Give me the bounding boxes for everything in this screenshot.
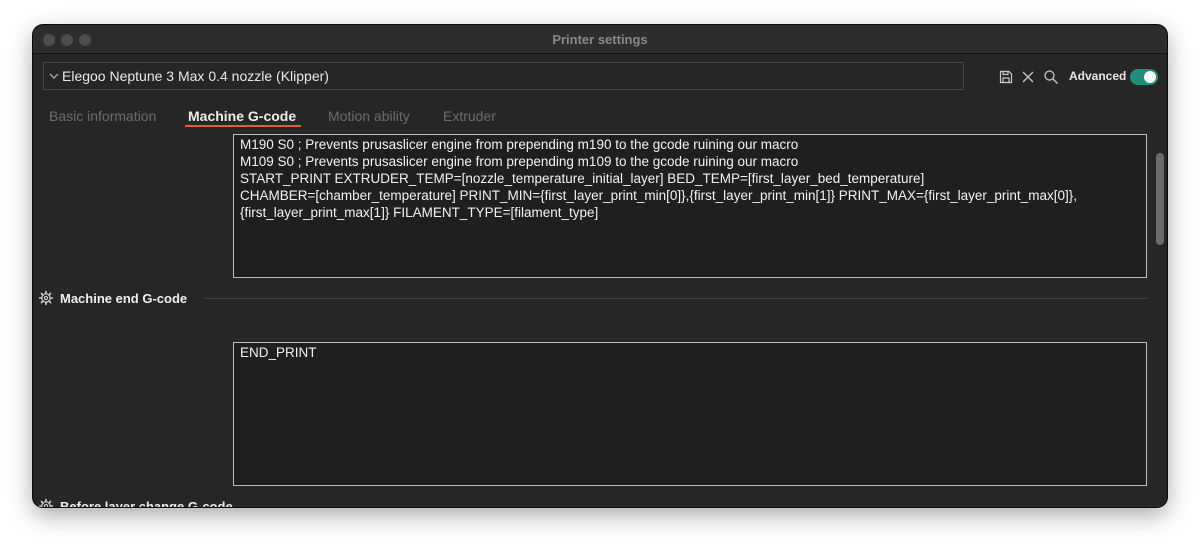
tab-machine-gcode[interactable]: Machine G-code	[188, 108, 296, 124]
search-icon[interactable]	[1043, 69, 1059, 85]
preset-name: Elegoo Neptune 3 Max 0.4 nozzle (Klipper…	[62, 68, 329, 84]
gear-icon	[38, 290, 54, 306]
title-bar: Printer settings	[33, 25, 1167, 54]
scrollbar-thumb[interactable]	[1156, 153, 1164, 245]
advanced-label: Advanced	[1069, 69, 1127, 83]
toggle-knob	[1144, 71, 1156, 83]
section-divider	[204, 298, 1148, 299]
start-gcode-editor[interactable]: M190 S0 ; Prevents prusaslicer engine fr…	[233, 134, 1147, 278]
settings-content: M190 S0 ; Prevents prusaslicer engine fr…	[33, 131, 1151, 507]
close-icon[interactable]	[1020, 69, 1036, 85]
tab-motion-ability[interactable]: Motion ability	[328, 108, 410, 124]
save-icon[interactable]	[998, 69, 1014, 85]
vertical-scrollbar[interactable]	[1153, 131, 1167, 507]
chevron-down-icon	[49, 63, 59, 98]
section-title: Machine end G-code	[60, 291, 188, 306]
printer-settings-window: Printer settings Elegoo Neptune 3 Max 0.…	[33, 25, 1167, 507]
tab-extruder[interactable]: Extruder	[443, 108, 496, 124]
active-tab-indicator	[185, 125, 301, 127]
section-machine-end-gcode: Machine end G-code	[38, 289, 1148, 309]
end-gcode-editor[interactable]: END_PRINT	[233, 342, 1147, 486]
gear-icon	[38, 498, 54, 507]
section-title: Before layer change G-code	[60, 499, 233, 507]
printer-preset-select[interactable]: Elegoo Neptune 3 Max 0.4 nozzle (Klipper…	[43, 62, 964, 90]
tab-basic-information[interactable]: Basic information	[49, 108, 156, 124]
window-title: Printer settings	[552, 32, 648, 47]
advanced-toggle[interactable]	[1130, 69, 1158, 85]
